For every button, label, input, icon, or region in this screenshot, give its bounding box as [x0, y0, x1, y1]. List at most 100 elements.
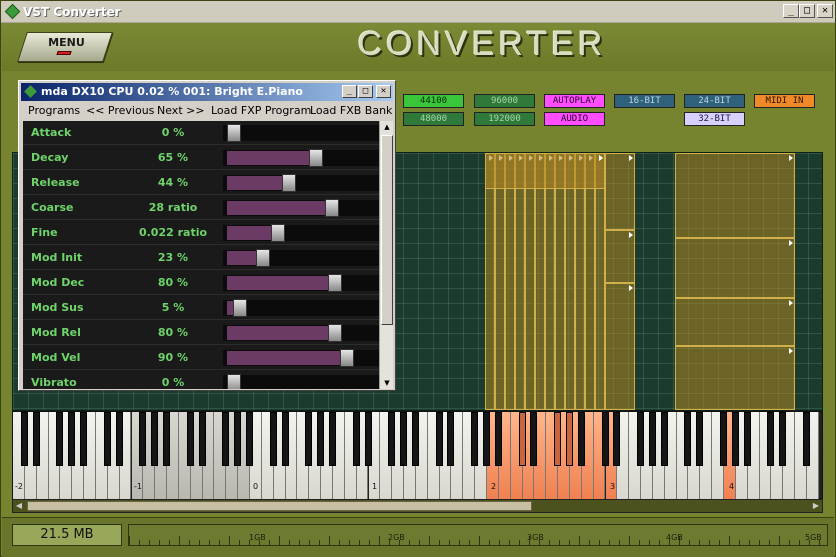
midi-note[interactable]	[515, 153, 525, 410]
scroll-down-icon[interactable]: ▼	[381, 377, 393, 389]
title-bar[interactable]: VST Converter _ □ ✕	[1, 1, 835, 23]
midi-note[interactable]	[575, 153, 585, 410]
param-slider-knob[interactable]	[328, 324, 342, 342]
midi-note[interactable]	[525, 153, 535, 410]
black-key[interactable]	[234, 412, 242, 466]
black-key[interactable]	[696, 412, 704, 466]
scroll-up-icon[interactable]: ▲	[381, 121, 393, 133]
param-slider-knob[interactable]	[282, 174, 296, 192]
tag-24-bit[interactable]: 24-BIT	[684, 94, 745, 108]
black-key[interactable]	[601, 412, 609, 466]
maximize-button[interactable]: □	[799, 4, 815, 18]
piano-keyboard[interactable]: -2 -1 0 1 2 3 4	[12, 411, 823, 499]
minimize-button[interactable]: _	[783, 4, 799, 18]
plugin-menu-programs[interactable]: Programs	[28, 104, 80, 117]
black-key[interactable]	[802, 412, 810, 466]
black-key[interactable]	[435, 412, 443, 466]
midi-note[interactable]	[675, 153, 795, 238]
horizontal-scrollbar[interactable]: ◀ ▶	[12, 499, 823, 513]
param-slider[interactable]	[223, 375, 379, 389]
black-key[interactable]	[115, 412, 123, 466]
black-key[interactable]	[198, 412, 206, 466]
midi-note[interactable]	[535, 153, 545, 410]
tag-16-bit[interactable]: 16-BIT	[614, 94, 675, 108]
midi-note[interactable]	[565, 153, 575, 410]
tag-autoplay[interactable]: AUTOPLAY	[544, 94, 605, 108]
midi-note[interactable]	[595, 153, 605, 410]
plugin-scroll-thumb[interactable]	[381, 135, 393, 325]
tag-192000[interactable]: 192000	[474, 112, 535, 126]
black-key[interactable]	[648, 412, 656, 466]
black-key[interactable]	[565, 412, 573, 466]
midi-note[interactable]	[495, 153, 505, 410]
black-key[interactable]	[328, 412, 336, 466]
black-key[interactable]	[530, 412, 538, 466]
black-key[interactable]	[186, 412, 194, 466]
midi-note[interactable]	[675, 298, 795, 346]
black-key[interactable]	[684, 412, 692, 466]
black-key[interactable]	[400, 412, 408, 466]
black-key[interactable]	[613, 412, 621, 466]
param-slider-knob[interactable]	[227, 374, 241, 389]
param-slider-knob[interactable]	[309, 149, 323, 167]
black-key[interactable]	[281, 412, 289, 466]
black-key[interactable]	[411, 412, 419, 466]
close-button[interactable]: ✕	[817, 4, 833, 18]
midi-note[interactable]	[485, 153, 605, 189]
midi-note[interactable]	[675, 346, 795, 410]
scroll-thumb[interactable]	[27, 501, 532, 511]
black-key[interactable]	[779, 412, 787, 466]
midi-note[interactable]	[585, 153, 595, 410]
black-key[interactable]	[494, 412, 502, 466]
param-slider-knob[interactable]	[271, 224, 285, 242]
black-key[interactable]	[163, 412, 171, 466]
plugin-close-button[interactable]: ✕	[376, 85, 391, 98]
param-slider[interactable]	[223, 125, 379, 141]
tag-96000[interactable]: 96000	[474, 94, 535, 108]
black-key[interactable]	[352, 412, 360, 466]
tag-audio[interactable]: AUDIO	[544, 112, 605, 126]
black-key[interactable]	[660, 412, 668, 466]
black-key[interactable]	[103, 412, 111, 466]
plugin-title-bar[interactable]: mda DX10 CPU 0.02 % 001: Bright E.Piano …	[21, 83, 393, 101]
param-slider-knob[interactable]	[328, 274, 342, 292]
param-slider-knob[interactable]	[340, 349, 354, 367]
tag-48000[interactable]: 48000	[403, 112, 464, 126]
black-key[interactable]	[317, 412, 325, 466]
black-key[interactable]	[222, 412, 230, 466]
black-key[interactable]	[269, 412, 277, 466]
param-slider-knob[interactable]	[233, 299, 247, 317]
plugin-menu-load-fxb-bank[interactable]: Load FXB Bank	[310, 104, 392, 117]
black-key[interactable]	[577, 412, 585, 466]
black-key[interactable]	[518, 412, 526, 466]
midi-note[interactable]	[675, 238, 795, 298]
black-key[interactable]	[731, 412, 739, 466]
black-key[interactable]	[483, 412, 490, 466]
black-key[interactable]	[151, 412, 159, 466]
black-key[interactable]	[554, 412, 562, 466]
plugin-menu-next[interactable]: Next >>	[157, 104, 205, 117]
midi-note[interactable]	[605, 153, 635, 230]
black-key[interactable]	[447, 412, 455, 466]
black-key[interactable]	[68, 412, 76, 466]
plugin-minimize-button[interactable]: _	[342, 85, 357, 98]
black-key[interactable]	[388, 412, 396, 466]
plugin-menu-load-fxp-program[interactable]: Load FXP Program	[211, 104, 311, 117]
midi-note[interactable]	[485, 153, 495, 410]
scroll-left-icon[interactable]: ◀	[14, 501, 24, 511]
scroll-right-icon[interactable]: ▶	[811, 501, 821, 511]
tag-midi-in[interactable]: MIDI IN	[754, 94, 815, 108]
black-key[interactable]	[364, 412, 372, 466]
midi-note[interactable]	[555, 153, 565, 410]
param-slider-knob[interactable]	[325, 199, 339, 217]
black-key[interactable]	[80, 412, 88, 466]
plugin-menu-previous[interactable]: << Previous	[86, 104, 154, 117]
black-key[interactable]	[32, 412, 40, 466]
black-key[interactable]	[56, 412, 64, 466]
black-key[interactable]	[637, 412, 645, 466]
plugin-vertical-scrollbar[interactable]: ▲ ▼	[379, 121, 393, 389]
black-key[interactable]	[246, 412, 253, 466]
midi-note[interactable]	[605, 283, 635, 410]
black-key[interactable]	[20, 412, 28, 466]
midi-note[interactable]	[605, 230, 635, 283]
